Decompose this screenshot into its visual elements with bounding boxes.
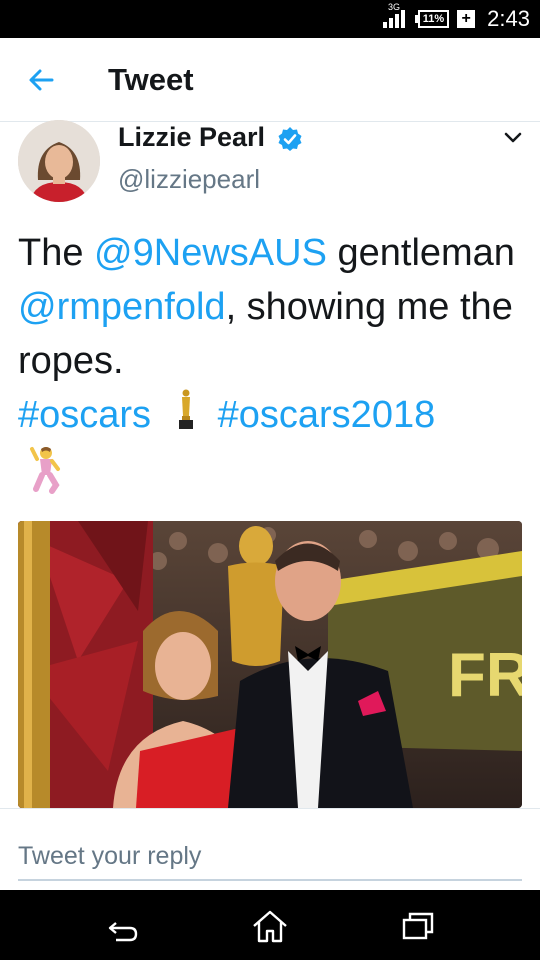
battery-level: 11% (417, 10, 450, 28)
signal-icon (382, 10, 405, 28)
system-nav-bar (0, 890, 540, 960)
tweet-text: The @9NewsAUS gentleman @rmpenfold, show… (18, 226, 528, 510)
page-title: Tweet (108, 62, 194, 97)
tweet-text-part: The (18, 232, 95, 274)
tweet-text-part: gentleman (326, 232, 515, 274)
mention-link[interactable]: @rmpenfold (18, 286, 226, 328)
battery-icon: 11% (414, 10, 450, 28)
tweet-photo[interactable]: FR (18, 521, 522, 808)
hashtag-link[interactable]: #oscars (18, 394, 151, 436)
verified-badge-icon (276, 125, 304, 153)
svg-text:FR: FR (448, 641, 522, 710)
reply-area (0, 808, 540, 890)
reply-input[interactable] (18, 833, 522, 881)
man-dancing-emoji (24, 445, 64, 510)
charging-icon: + (457, 10, 476, 28)
arrow-left-icon[interactable] (22, 62, 62, 98)
recents-icon[interactable] (398, 908, 438, 944)
hashtag-link[interactable]: #oscars2018 (218, 394, 436, 436)
status-bar: 3G 11% + 2:43 (0, 0, 540, 38)
avatar[interactable] (18, 120, 100, 202)
home-icon[interactable] (250, 908, 290, 944)
app-header: Tweet (0, 38, 540, 122)
chevron-down-icon[interactable] (500, 126, 526, 148)
back-icon[interactable] (102, 908, 142, 944)
mention-link[interactable]: @9NewsAUS (94, 232, 327, 274)
author-name[interactable]: Lizzie Pearl (118, 122, 265, 153)
oscar-statuette-emoji (176, 388, 196, 445)
author-handle[interactable]: @lizziepearl (118, 164, 260, 195)
clock: 2:43 (487, 6, 530, 31)
